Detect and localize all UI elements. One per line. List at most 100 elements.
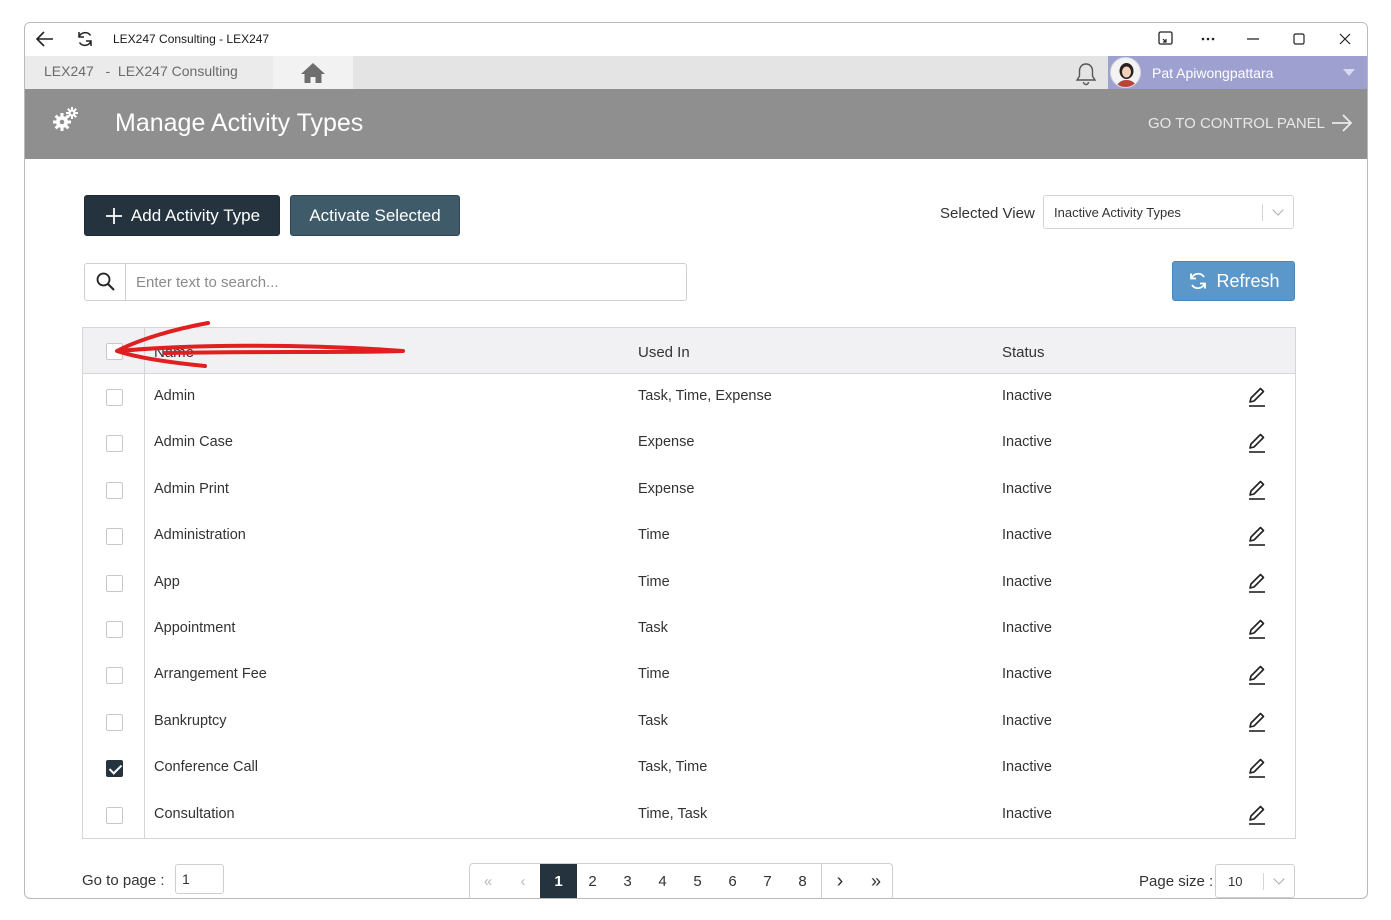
table-row[interactable]: Admin Task, Time, Expense Inactive <box>83 375 1295 421</box>
edit-pencil-icon[interactable] <box>1246 711 1268 733</box>
cell-status: Inactive <box>1002 620 1052 636</box>
refresh-icon <box>1190 272 1207 290</box>
row-checkbox[interactable] <box>106 528 123 546</box>
more-icon[interactable] <box>1197 29 1219 49</box>
page-3-button[interactable]: 3 <box>610 864 645 898</box>
cell-used-in: Time <box>638 527 670 544</box>
page-8-button[interactable]: 8 <box>785 864 820 898</box>
cell-used-in: Task, Time <box>638 759 708 776</box>
column-header-status[interactable]: Status <box>1002 344 1045 361</box>
cell-used-in: Time <box>638 573 670 590</box>
control-panel-link[interactable]: GO TO CONTROL PANEL <box>1148 114 1353 132</box>
bell-icon[interactable] <box>1073 61 1099 87</box>
row-checkbox[interactable] <box>106 621 123 638</box>
go-to-page-input[interactable]: 1 <box>175 864 224 894</box>
tab-consulting[interactable]: LEX247 - LEX247 Consulting <box>25 56 273 89</box>
page-5-button[interactable]: 5 <box>680 864 715 898</box>
tab-label: LEX247 - LEX247 Consulting <box>44 63 238 79</box>
close-icon[interactable] <box>1334 29 1356 49</box>
maximize-icon[interactable] <box>1288 29 1310 49</box>
search-input[interactable] <box>127 264 682 300</box>
reload-icon[interactable] <box>75 29 95 49</box>
search-icon <box>96 272 115 291</box>
page-size-dropdown[interactable]: 10 <box>1215 864 1295 898</box>
row-checkbox[interactable] <box>106 713 123 731</box>
column-header-name[interactable]: Name <box>154 344 194 361</box>
page-6-button[interactable]: 6 <box>715 864 750 898</box>
edit-pencil-icon[interactable] <box>1246 525 1268 547</box>
prev-page-icon[interactable]: ‹ <box>506 864 540 898</box>
cell-name: Admin Print <box>154 480 229 497</box>
add-activity-type-button[interactable]: Add Activity Type <box>84 195 280 236</box>
cell-used-in: Time <box>638 666 670 683</box>
select-all-checkbox[interactable] <box>106 343 123 360</box>
cell-name: Administration <box>154 527 246 544</box>
column-header-used-in[interactable]: Used In <box>638 344 690 361</box>
edit-pencil-icon[interactable] <box>1246 757 1268 779</box>
edit-pencil-icon[interactable] <box>1246 804 1268 826</box>
cell-name: Conference Call <box>154 759 258 776</box>
title-bar: LEX247 Consulting - LEX247 <box>25 23 1367 56</box>
page-2-button[interactable]: 2 <box>575 864 610 898</box>
refresh-button[interactable]: Refresh <box>1172 261 1295 301</box>
search-button[interactable] <box>85 264 126 300</box>
cell-status: Inactive <box>1002 527 1052 544</box>
cell-used-in: Time, Task <box>638 805 708 822</box>
cell-used-in: Expense <box>638 434 695 451</box>
edit-pencil-icon[interactable] <box>1246 618 1268 640</box>
edit-pencil-icon[interactable] <box>1246 432 1268 454</box>
cell-status: Inactive <box>1002 805 1052 822</box>
cell-name: Admin <box>154 388 196 404</box>
caret-down-icon <box>1343 69 1355 76</box>
edit-pencil-icon[interactable] <box>1246 386 1268 408</box>
cell-name: Arrangement Fee <box>154 666 267 683</box>
table-row[interactable]: Consultation Time, Task Inactive <box>83 793 1295 839</box>
row-checkbox[interactable] <box>106 806 123 824</box>
edit-pencil-icon[interactable] <box>1246 664 1268 686</box>
table-row[interactable]: Admin Case Expense Inactive <box>83 421 1295 467</box>
grid-header: Name Used In Status <box>83 328 1295 374</box>
row-checkbox[interactable] <box>106 574 123 592</box>
chevron-down-icon <box>1272 204 1284 216</box>
table-row[interactable]: Appointment Task Inactive <box>83 607 1295 653</box>
next-page-icon[interactable]: › <box>822 864 858 898</box>
table-row[interactable]: Bankruptcy Task Inactive <box>83 700 1295 746</box>
minimize-icon[interactable] <box>1242 29 1264 49</box>
row-checkbox[interactable] <box>106 760 123 778</box>
row-checkbox[interactable] <box>106 435 123 453</box>
row-checkbox[interactable] <box>106 389 123 406</box>
selected-view-value: Inactive Activity Types <box>1054 205 1181 220</box>
table-row[interactable]: Admin Print Expense Inactive <box>83 468 1295 514</box>
cell-name: App <box>154 573 180 590</box>
edit-pencil-icon[interactable] <box>1246 479 1268 501</box>
table-row[interactable]: Arrangement Fee Time Inactive <box>83 653 1295 699</box>
tab-strip: LEX247 - LEX247 Consulting Pat Apiwongpa… <box>25 56 1367 89</box>
user-menu[interactable]: Pat Apiwongpattara <box>1108 56 1367 89</box>
dropdown-separator <box>1262 204 1263 221</box>
table-row[interactable]: App Time Inactive <box>83 561 1295 607</box>
page-7-button[interactable]: 7 <box>750 864 785 898</box>
cast-icon[interactable] <box>1155 29 1177 49</box>
row-checkbox[interactable] <box>106 667 123 685</box>
cell-used-in: Task <box>638 620 668 636</box>
selected-view-dropdown[interactable]: Inactive Activity Types <box>1043 195 1294 229</box>
cell-status: Inactive <box>1002 434 1052 451</box>
activate-selected-button[interactable]: Activate Selected <box>290 195 460 236</box>
window-title: LEX247 Consulting - LEX247 <box>113 32 270 46</box>
table-row[interactable]: Administration Time Inactive <box>83 514 1295 560</box>
page-4-button[interactable]: 4 <box>645 864 680 898</box>
cell-name: Admin Case <box>154 434 233 451</box>
home-tab[interactable] <box>273 56 353 89</box>
last-page-icon[interactable]: » <box>858 864 892 898</box>
first-page-icon[interactable]: « <box>470 864 506 898</box>
cell-used-in: Task <box>638 712 668 729</box>
home-icon <box>301 63 325 83</box>
edit-pencil-icon[interactable] <box>1246 572 1268 594</box>
dropdown-separator <box>1263 873 1264 890</box>
pagination: « ‹ 12345678 › » <box>469 863 893 898</box>
back-arrow-icon[interactable] <box>35 30 55 48</box>
row-checkbox[interactable] <box>106 481 123 499</box>
page-1-button[interactable]: 1 <box>540 864 577 898</box>
table-row[interactable]: Conference Call Task, Time Inactive <box>83 746 1295 792</box>
cell-status: Inactive <box>1002 388 1052 404</box>
